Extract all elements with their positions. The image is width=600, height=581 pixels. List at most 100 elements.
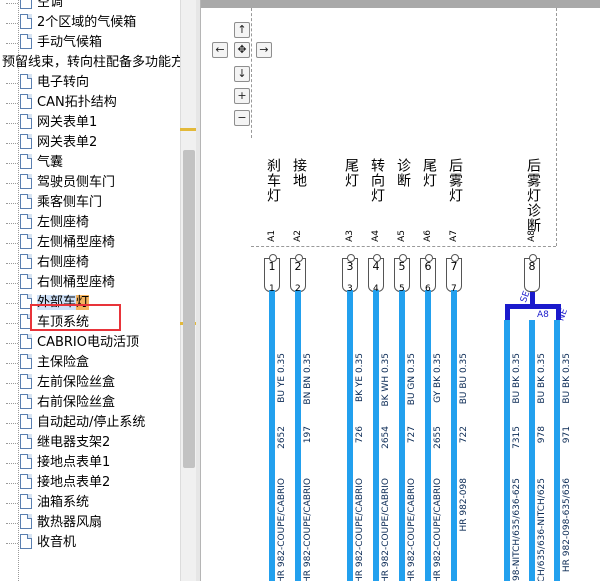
wire[interactable] (529, 320, 535, 581)
wire-number: 4 (373, 284, 379, 294)
function-label: 诊断 (395, 158, 411, 188)
tree-item[interactable]: 继电器支架2 (6, 433, 110, 453)
tree-item-label: 空调 (37, 0, 64, 10)
document-icon (20, 334, 32, 349)
scroll-marker (180, 128, 196, 131)
wire[interactable] (425, 290, 431, 581)
wire-note-label: 098-NITCH/635/636-625 (512, 478, 522, 581)
tree-connector (6, 223, 18, 224)
zoom-out-icon[interactable]: − (234, 110, 250, 126)
tree-item[interactable]: 左前保险丝盒 (6, 373, 116, 393)
document-icon (20, 414, 32, 429)
pan-up-icon[interactable]: ↑ (234, 22, 250, 38)
component-tree[interactable]: 空调 2个区域的气候箱手动气候箱预留线束，转向柱配备多功能方电子转向 CAN拓扑结构… (0, 0, 196, 581)
tree-item[interactable]: 乘客侧车门 (6, 193, 102, 213)
tree-item-label: 油箱系统 (37, 495, 90, 510)
document-icon (20, 194, 32, 209)
tree-item-label: 气囊 (37, 155, 64, 170)
zoom-in-icon[interactable]: + (234, 88, 250, 104)
tree-connector (6, 403, 18, 404)
tree-item[interactable]: 接地点表单1 (6, 453, 110, 473)
tree-item[interactable]: 接地点表单2 (6, 473, 111, 493)
document-icon (20, 354, 32, 369)
connector-border (251, 8, 252, 138)
tree-item[interactable]: 网关表单1 (6, 113, 97, 133)
tree-scrollbar-thumb[interactable] (183, 150, 195, 468)
tree-item[interactable]: CABRIO电动活顶 (6, 333, 139, 353)
wire-id-label: 7315 (512, 426, 522, 449)
wire-color-label: BU BU 0.35 (459, 353, 469, 405)
wire[interactable] (554, 320, 560, 581)
wire-id-label: 2654 (381, 426, 391, 449)
wire-note-label: HR 982-COUPE/CABRIO (277, 478, 287, 581)
pan-right-icon[interactable]: → (256, 42, 272, 58)
tree-item[interactable]: CAN拓扑结构 (6, 93, 117, 113)
tree-connector (6, 343, 18, 344)
tree-item-label: 左侧桶型座椅 (37, 235, 116, 250)
tree-item[interactable]: 收音机 (6, 533, 76, 553)
wire-number: 7 (451, 284, 457, 294)
wire[interactable] (347, 290, 353, 581)
tree-item-label: 驾驶员侧车门 (37, 175, 116, 190)
tree-connector (6, 463, 18, 464)
tree-item[interactable]: 右侧座椅 (6, 253, 89, 273)
wire[interactable] (373, 290, 379, 581)
tree-item[interactable]: 油箱系统 (6, 493, 90, 513)
wire-color-label: BN BN 0.35 (303, 353, 313, 405)
wire[interactable] (295, 290, 301, 581)
tree-item-label: 2个区域的气候箱 (37, 15, 137, 30)
document-icon (20, 514, 32, 529)
wiring-diagram[interactable]: ↑ ← ✥ → ↓ + − 刹车灯 接地 尾灯 转向灯 诊断 尾灯 后雾灯 后雾灯诊断 A1 1 A… (201, 8, 600, 581)
document-icon (20, 74, 32, 89)
document-icon (20, 154, 32, 169)
pan-left-icon[interactable]: ← (212, 42, 228, 58)
tree-item[interactable]: 手动气候箱 (6, 33, 102, 53)
tree-item[interactable]: 2个区域的气候箱 (6, 13, 137, 33)
wire[interactable] (451, 290, 457, 581)
tree-connector (6, 83, 18, 84)
tree-item[interactable]: 散热器风扇 (6, 513, 102, 533)
tree-item[interactable]: 网关表单2 (6, 133, 98, 153)
tree-item[interactable]: 电子转向 (6, 73, 89, 93)
tree-connector (6, 363, 18, 364)
wire-note-label: HR 982-COUPE/CABRIO (381, 478, 391, 581)
pan-down-icon[interactable]: ↓ (234, 66, 250, 82)
pan-center-icon[interactable]: ✥ (234, 42, 250, 58)
wire-color-label: BU BK 0.35 (562, 353, 572, 404)
function-label: 刹车灯 (265, 158, 281, 203)
tree-item[interactable]: 右前保险丝盒 (6, 393, 115, 413)
tree-item[interactable]: 左侧桶型座椅 (6, 233, 116, 253)
tree-item[interactable]: 驾驶员侧车门 (6, 173, 116, 193)
pin-code: A6 (423, 230, 433, 242)
tree-item-label: 网关表单2 (37, 135, 98, 150)
connector-pin[interactable]: 8 (524, 254, 540, 292)
tree-item[interactable]: 主保险盒 (6, 353, 90, 373)
tree-connector (6, 3, 18, 4)
tree-item-label: 主保险盒 (37, 355, 90, 370)
tree-item-label: 预留线束，转向柱配备多功能方 (2, 55, 185, 70)
wire[interactable] (269, 290, 275, 581)
tree-item[interactable]: 预留线束，转向柱配备多功能方 (2, 53, 184, 73)
tree-item-label: 接地点表单2 (37, 475, 111, 490)
wire[interactable] (399, 290, 405, 581)
tree-item[interactable]: 左侧座椅 (6, 213, 89, 233)
tree-item[interactable]: 气囊 (6, 153, 64, 173)
tree-connector (6, 123, 18, 124)
wire-color-label: BU YE 0.35 (277, 353, 287, 403)
splice-label: A8 (537, 310, 549, 320)
tree-item[interactable]: 自动起动/停止系统 (6, 413, 145, 433)
wire-color-label: BK YE 0.35 (355, 353, 365, 403)
tree-item[interactable]: 空调 (6, 0, 64, 13)
wire-number: 1 (269, 284, 275, 294)
tree-connector (6, 423, 18, 424)
wire[interactable] (504, 320, 510, 581)
tree-item-label: 左前保险丝盒 (37, 375, 116, 390)
connector-border (556, 8, 557, 246)
tree-connector (6, 43, 18, 44)
tree-item[interactable]: 右侧桶型座椅 (6, 273, 115, 293)
tree-connector (6, 23, 18, 24)
document-icon (20, 174, 32, 189)
tree-connector (6, 103, 18, 104)
wire-number: 3 (347, 284, 353, 294)
tree-connector (6, 263, 18, 264)
